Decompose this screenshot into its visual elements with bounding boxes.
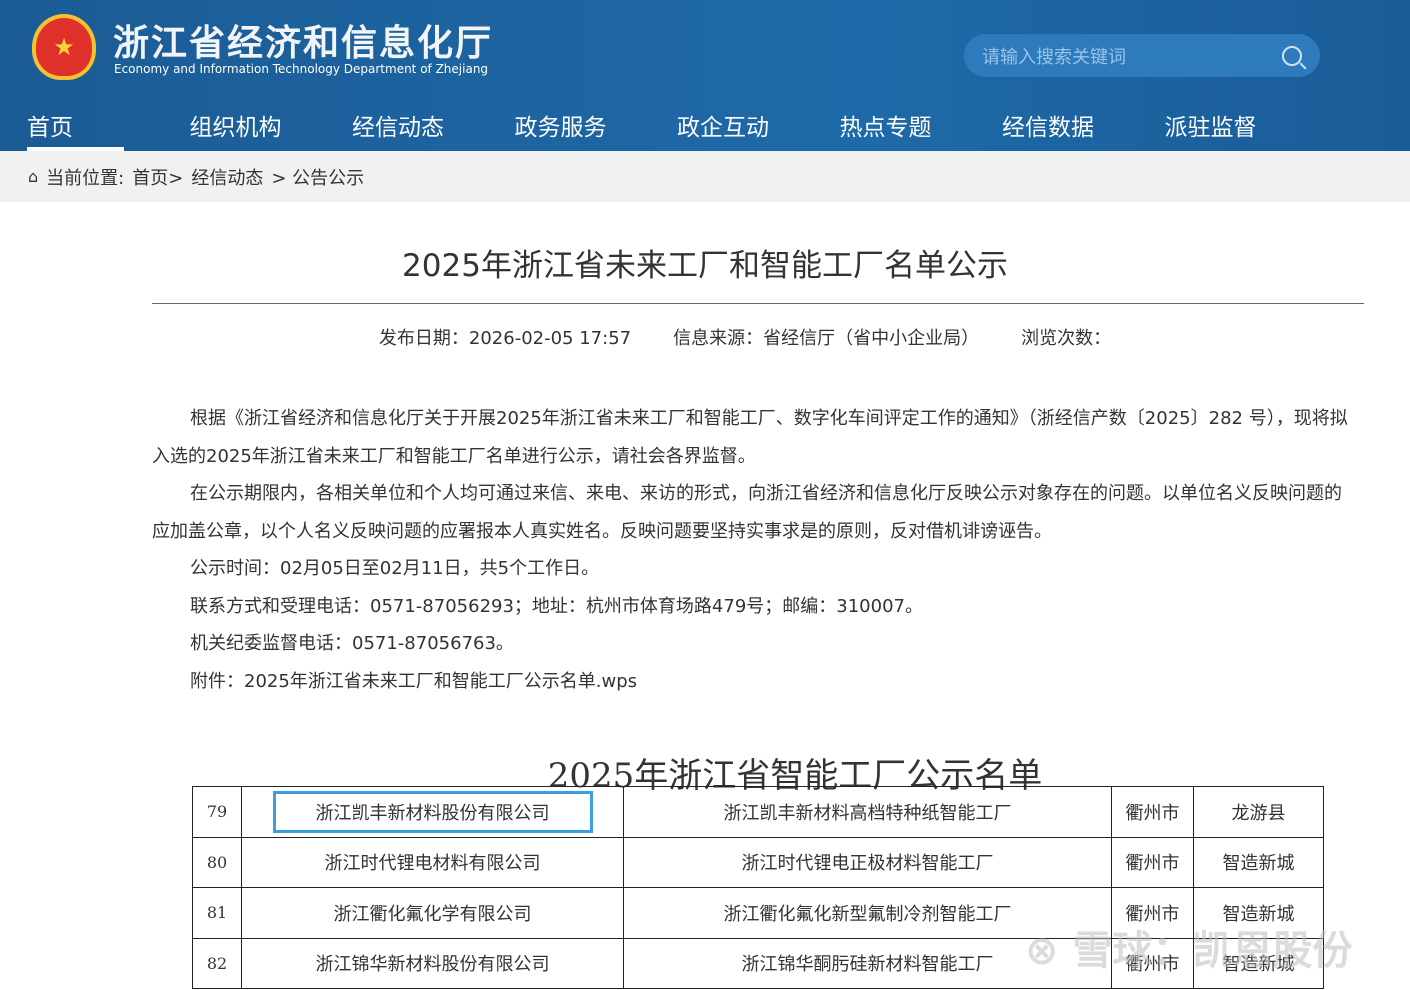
factory-name: 浙江时代锂电正极材料智能工厂: [741, 853, 994, 875]
breadcrumb-home[interactable]: 首页>: [132, 164, 183, 190]
paragraph: 联系方式和受理电话：0571-87056293；地址：杭州市体育场路479号；邮…: [190, 595, 923, 617]
factory-name: 浙江锦华酮肟硅新材料智能工厂: [741, 954, 994, 976]
attachment-link[interactable]: 附件：2025年浙江省未来工厂和智能工厂公示名单.wps: [152, 663, 1354, 701]
company-name: 浙江衢化氟化学有限公司: [333, 903, 532, 925]
district: 智造新城: [1222, 853, 1295, 875]
company-name[interactable]: 浙江凯丰新材料股份有限公司: [272, 790, 593, 833]
nav-data[interactable]: 经信数据: [975, 108, 1138, 151]
site-subtitle: Economy and Information Technology Depar…: [114, 62, 489, 76]
article-title: 2025年浙江省未来工厂和智能工厂名单公示: [402, 248, 1008, 284]
breadcrumb-news[interactable]: 经信动态: [191, 164, 263, 190]
city: 衢州市: [1125, 853, 1180, 875]
info-source: 信息来源：省经信厅（省中小企业局）: [673, 328, 980, 349]
breadcrumb-label: 当前位置:: [46, 167, 125, 189]
paragraph: 机关纪委监督电话：0571-87056763。: [190, 633, 514, 654]
search-icon[interactable]: [1282, 45, 1302, 66]
paragraph: 在公示期限内，各相关单位和个人均可通过来信、来电、来访的形式，向浙江省经济和信息…: [152, 483, 1342, 542]
watermark: ⊗ 雪球：凯恩股份: [1025, 928, 1353, 974]
district: 龙游县: [1231, 802, 1286, 824]
factory-name: 浙江凯丰新材料高档特种纸智能工厂: [723, 802, 1012, 824]
breadcrumb-notices[interactable]: > 公告公示: [271, 164, 364, 190]
paragraph: 根据《浙江省经济和信息化厅关于开展2025年浙江省未来工厂和智能工厂、数字化车间…: [152, 408, 1348, 467]
city-cell: 衢州市: [1111, 786, 1194, 838]
search-placeholder: 请输入搜索关键词: [982, 46, 1126, 68]
title-divider: [152, 303, 1364, 304]
nav-organization[interactable]: 组织机构: [163, 108, 326, 151]
national-emblem-logo: ★: [32, 14, 96, 80]
factory-name-cell: 浙江时代锂电正极材料智能工厂: [623, 836, 1112, 888]
row-number-cell: 82: [192, 937, 242, 989]
row-number-cell: 79: [192, 786, 242, 838]
company-name-cell: 浙江时代锂电材料有限公司: [241, 836, 624, 888]
company-name-cell: 浙江锦华新材料股份有限公司: [241, 937, 624, 989]
row-number: 82: [206, 953, 228, 973]
nav-supervision[interactable]: 派驻监督: [1138, 108, 1301, 151]
main-nav: 首页 组织机构 经信动态 政务服务 政企互动 热点专题 经信数据 派驻监督: [0, 108, 1410, 151]
row-number-cell: 81: [192, 887, 242, 939]
site-title[interactable]: 浙江省经济和信息化厅: [113, 14, 493, 66]
home-icon: ⌂: [28, 167, 39, 186]
article-meta: 发布日期：2026-02-05 17:57 信息来源：省经信厅（省中小企业局） …: [0, 324, 1410, 350]
search-input[interactable]: 请输入搜索关键词: [964, 34, 1320, 77]
nav-topics[interactable]: 热点专题: [813, 108, 976, 151]
company-name: 浙江时代锂电材料有限公司: [324, 853, 541, 875]
site-header: ★ 浙江省经济和信息化厅 Economy and Information Tec…: [0, 0, 1410, 151]
city-cell: 衢州市: [1111, 836, 1194, 888]
nav-interaction[interactable]: 政企互动: [650, 108, 813, 151]
factory-name-cell: 浙江凯丰新材料高档特种纸智能工厂: [623, 786, 1112, 838]
nav-services[interactable]: 政务服务: [488, 108, 651, 151]
city: 衢州市: [1125, 802, 1180, 824]
paragraph: 公示时间：02月05日至02月11日，共5个工作日。: [190, 558, 600, 579]
table-row: 80 浙江时代锂电材料有限公司 浙江时代锂电正极材料智能工厂 衢州市 智造新城: [192, 836, 1324, 888]
company-name-cell: 浙江衢化氟化学有限公司: [241, 887, 624, 939]
company-name-cell: 浙江凯丰新材料股份有限公司: [241, 786, 624, 838]
row-number: 81: [206, 903, 228, 923]
company-name: 浙江锦华新材料股份有限公司: [315, 954, 550, 976]
breadcrumb: ⌂ 当前位置: 首页> 经信动态 > 公告公示: [0, 151, 1410, 202]
article-body: 根据《浙江省经济和信息化厅关于开展2025年浙江省未来工厂和智能工厂、数字化车间…: [152, 400, 1354, 700]
district-cell: 智造新城: [1193, 836, 1324, 888]
publish-date: 发布日期：2026-02-05 17:57: [378, 328, 632, 349]
nav-home[interactable]: 首页: [0, 108, 163, 151]
row-number-cell: 80: [192, 836, 242, 888]
table-row: 79 浙江凯丰新材料股份有限公司 浙江凯丰新材料高档特种纸智能工厂 衢州市 龙游县: [192, 786, 1324, 838]
view-count: 浏览次数：: [1021, 328, 1112, 349]
nav-news[interactable]: 经信动态: [325, 108, 488, 151]
row-number: 80: [206, 852, 228, 872]
district-cell: 龙游县: [1193, 786, 1324, 838]
factory-name: 浙江衢化氟化新型氟制冷剂智能工厂: [723, 903, 1012, 925]
row-number: 79: [206, 802, 228, 822]
